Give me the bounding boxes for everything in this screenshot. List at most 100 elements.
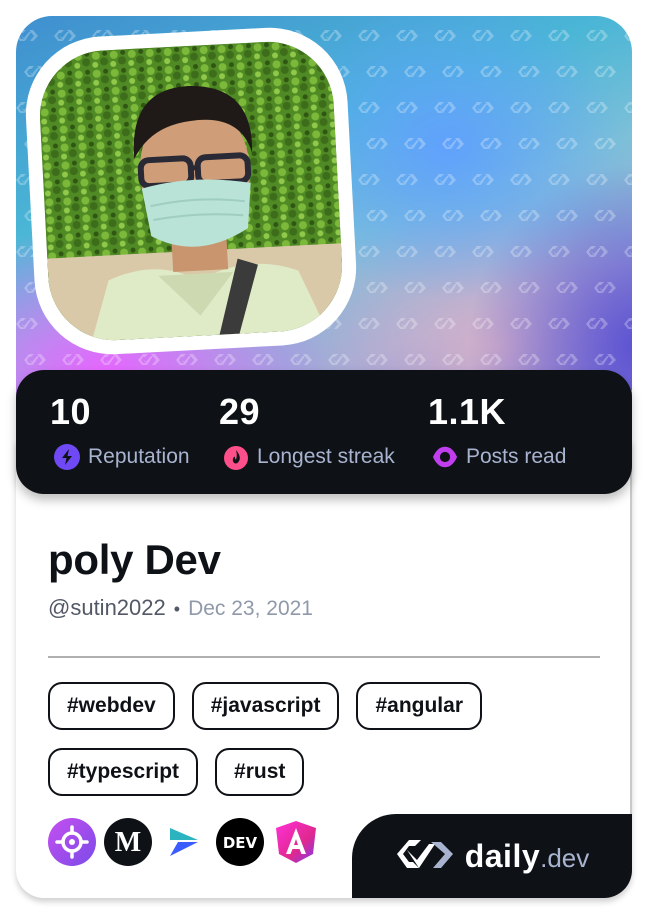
stat-value: 10 <box>50 391 92 432</box>
cover-pattern-logo-icon <box>624 30 632 41</box>
tag-chip[interactable]: #typescript <box>48 748 199 796</box>
cover-pattern-logo-icon <box>434 246 456 257</box>
cover-pattern-logo-icon <box>396 174 418 185</box>
tag-chip[interactable]: #angular <box>356 682 482 730</box>
cover-pattern-logo-icon <box>510 30 532 41</box>
cover-pattern-logo-icon <box>586 174 608 185</box>
cover-pattern-logo-icon <box>366 66 388 77</box>
joined-date: Dec 23, 2021 <box>188 597 313 620</box>
cover-pattern-logo-icon <box>586 318 608 329</box>
lightning-icon <box>54 444 80 470</box>
cover-pattern-logo-icon <box>54 30 76 41</box>
cover-pattern-logo-icon <box>24 354 46 365</box>
cover-pattern-logo-icon <box>472 102 494 113</box>
cover-pattern-logo-icon <box>404 138 426 149</box>
cover-pattern-logo-icon <box>358 30 380 41</box>
cover-pattern-logo-icon <box>586 102 608 113</box>
cover-pattern-logo-icon <box>556 138 578 149</box>
cover-pattern-logo-icon <box>442 66 464 77</box>
brand-primary: daily <box>464 837 541 874</box>
cover-pattern-logo-icon <box>138 354 160 365</box>
avatar[interactable] <box>36 38 346 344</box>
cover-pattern-logo-icon <box>594 282 616 293</box>
cover-pattern-logo-icon <box>252 354 274 365</box>
cover-pattern-logo-icon <box>624 318 632 329</box>
cover-pattern-logo-icon <box>510 102 532 113</box>
source-list: M DEV <box>48 818 320 866</box>
divider <box>48 656 600 658</box>
cover-pattern-logo-icon <box>518 354 540 365</box>
cover-pattern-logo-icon <box>586 246 608 257</box>
angular-source-icon[interactable] <box>272 818 320 866</box>
cover-pattern-logo-icon <box>518 282 540 293</box>
arrow-source-icon[interactable] <box>160 818 208 866</box>
cover-pattern-logo-icon <box>176 354 198 365</box>
cover-pattern-logo-icon <box>434 102 456 113</box>
cover-pattern-logo-icon <box>404 210 426 221</box>
cover-pattern-logo-icon <box>366 138 388 149</box>
cover-pattern-logo-icon <box>472 318 494 329</box>
cover-pattern-logo-icon <box>624 102 632 113</box>
cover-pattern-logo-icon <box>358 102 380 113</box>
cover-pattern-logo-icon <box>624 246 632 257</box>
stat-value: 1.1K <box>428 391 507 432</box>
cover-pattern-logo-icon <box>396 318 418 329</box>
dev-to-source-icon[interactable]: DEV <box>216 818 264 866</box>
cover-pattern-logo-icon <box>594 138 616 149</box>
profile-meta: @sutin2022 • Dec 23, 2021 <box>48 594 313 623</box>
daily-dev-wordmark: daily .dev <box>465 838 590 875</box>
cover-pattern-logo-icon <box>358 174 380 185</box>
cover-pattern-logo-icon <box>396 30 418 41</box>
avatar-image <box>36 38 346 344</box>
cover-pattern-logo-icon <box>548 246 570 257</box>
cover-pattern-logo-icon <box>556 66 578 77</box>
cover-pattern-logo-icon <box>548 174 570 185</box>
medium-source-icon[interactable]: M <box>104 818 152 866</box>
stat-value: 29 <box>219 391 261 432</box>
cover-pattern-logo-icon <box>434 30 456 41</box>
cover-pattern-logo-icon <box>62 354 84 365</box>
cover-pattern-logo-icon <box>594 66 616 77</box>
cover-pattern-logo-icon <box>548 102 570 113</box>
cover-pattern-logo-icon <box>556 210 578 221</box>
tag-chip[interactable]: #javascript <box>191 682 340 730</box>
cover-pattern-logo-icon <box>480 354 502 365</box>
cover-pattern-logo-icon <box>366 282 388 293</box>
profile-name: poly Dev <box>48 536 221 583</box>
cover-pattern-logo-icon <box>586 30 608 41</box>
meta-separator: • <box>173 599 181 619</box>
daily-dev-badge[interactable]: daily .dev <box>352 814 632 898</box>
daily-dev-logo-icon <box>395 836 455 877</box>
brand-secondary: .dev <box>540 842 590 873</box>
cover-pattern-logo-icon <box>510 318 532 329</box>
cover-pattern-logo-icon <box>434 318 456 329</box>
cover-pattern-logo-icon <box>510 246 532 257</box>
cover-pattern-logo-icon <box>518 66 540 77</box>
tag-chip[interactable]: #rust <box>215 748 305 796</box>
cover-pattern-logo-icon <box>366 210 388 221</box>
cover-pattern-logo-icon <box>214 354 236 365</box>
eye-icon <box>432 444 458 470</box>
cover-pattern-logo-icon <box>480 138 502 149</box>
stat-longest-streak: 29 Longest streak <box>219 392 395 470</box>
cover-pattern-logo-icon <box>472 246 494 257</box>
cover-pattern-logo-icon <box>320 30 342 41</box>
svg-text:DEV: DEV <box>223 834 258 852</box>
cover-pattern-logo-icon <box>442 138 464 149</box>
cover-pattern-logo-icon <box>442 354 464 365</box>
cover-pattern-logo-icon <box>366 354 388 365</box>
cover-pattern-logo-icon <box>518 138 540 149</box>
cover-pattern-logo-icon <box>510 174 532 185</box>
stat-label: Longest streak <box>257 445 395 468</box>
profile-handle[interactable]: @sutin2022 <box>48 594 166 622</box>
cover-pattern-logo-icon <box>100 354 122 365</box>
cover-pattern-logo-icon <box>358 246 380 257</box>
crosshair-source-icon[interactable] <box>48 818 96 866</box>
flame-icon <box>223 444 249 470</box>
stat-label: Posts read <box>466 445 567 468</box>
cover-pattern-logo-icon <box>434 174 456 185</box>
tag-chip[interactable]: #webdev <box>48 682 175 730</box>
cover-pattern-logo-icon <box>404 354 426 365</box>
cover-pattern-logo-icon <box>404 66 426 77</box>
cover-pattern-logo-icon <box>290 354 312 365</box>
